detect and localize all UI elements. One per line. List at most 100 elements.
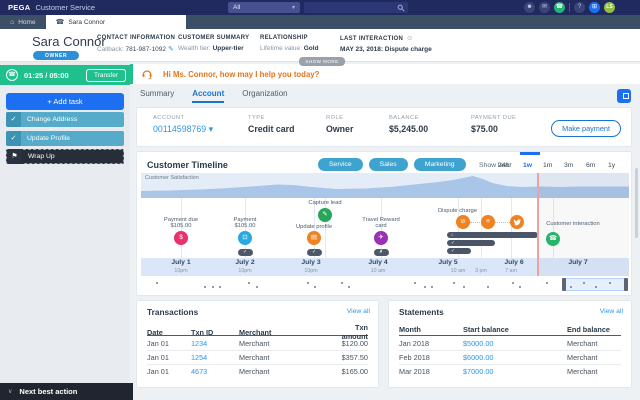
payment-due-icon[interactable]: $ [174,231,188,245]
filter-sales-button[interactable]: Sales [369,158,408,171]
txn-id-link[interactable]: 4673 [191,367,239,376]
add-task-button[interactable]: + Add task [6,93,124,110]
transfer-button[interactable]: Transfer [86,69,126,82]
account-number-link[interactable]: 00114598769 ▾ [153,124,213,135]
minimap-dot [212,286,214,288]
dispute-case-bar[interactable]: ○ [447,232,538,238]
scrollbar-thumb[interactable] [635,168,638,238]
filter-marketing-button[interactable]: Marketing [414,158,466,171]
transactions-title: Transactions [147,307,198,317]
axis-time: 10pm [215,268,275,274]
search-scope-select[interactable]: All ▾ [228,2,300,13]
dispute-form-icon[interactable]: ≡ [481,215,495,229]
next-best-action-bar[interactable]: ∨ Next best action [0,383,133,400]
update-profile-icon[interactable]: ▤ [307,231,321,245]
range-1y[interactable]: 1y [608,162,615,169]
sentiment-icon: ☺ [406,35,413,42]
range-1m[interactable]: 1m [543,162,552,169]
agent-greeting-banner: Hi Ms. Connor, how may I help you today? [130,64,640,84]
txn-id-link[interactable]: 1234 [191,339,239,348]
balance-field: BALANCE$5,245.00 [389,115,428,134]
twitter-icon[interactable] [510,215,524,229]
table-row[interactable]: Mar 2018$7000.00Merchant [399,365,621,379]
tab-sara-connor[interactable]: ☎ Sara Connor [46,15,186,29]
active-call-icon[interactable]: ☎ [554,2,565,13]
dispute-case-bar[interactable]: ✓ [447,248,471,254]
axis-day: July 6 [484,259,544,266]
divider [569,3,570,12]
customer-summary-section: CUSTOMER SUMMARY Wealth tier: Upper-tier [178,35,249,52]
search-input[interactable] [304,2,408,13]
expand-panel-button[interactable] [617,89,631,103]
table-row[interactable]: Feb 2018$6000.00Merchant [399,351,621,365]
minimap-dot [314,286,316,288]
agent-status-icon[interactable]: ☻ [524,2,535,13]
event-label: Payment$105.00 [220,217,270,230]
help-icon[interactable]: ? [574,2,585,13]
status-failed-pill: ✗ [374,249,389,256]
transactions-view-all-link[interactable]: View all [347,308,370,315]
axis-day: July 3 [281,259,341,266]
dispute-charge-icon[interactable]: ⊘ [456,215,470,229]
statement-link[interactable]: $7000.00 [463,367,567,376]
user-avatar[interactable]: LS [604,2,615,13]
task-update-profile[interactable]: ✓ Update Profile [6,131,124,146]
range-1w[interactable]: 1w [523,162,532,169]
minimap-handle-right[interactable] [624,278,628,291]
active-range-indicator [520,152,540,155]
satisfaction-label: Customer Satisfaction [145,175,199,181]
content-tabs: Summary Account Organization [140,89,288,103]
txn-id-link[interactable]: 1254 [191,353,239,362]
task-change-address[interactable]: ✓ Change Address [6,112,124,127]
timeline-minimap[interactable] [141,278,629,291]
agent-greeting-text: Hi Ms. Connor, how may I help you today? [163,70,319,79]
tab-summary[interactable]: Summary [140,89,174,103]
capture-lead-icon[interactable]: ✎ [318,208,332,222]
table-row[interactable]: Jan 014673Merchant$165.00 [147,365,368,379]
dispute-case-bar[interactable]: ✓ [447,240,495,246]
task-wrap-up[interactable]: ⚑ Wrap Up [6,149,124,164]
search-scope-value: All [233,4,240,11]
statement-link[interactable]: $5000.00 [463,339,567,348]
apps-icon[interactable]: ⊞ [589,2,600,13]
filter-service-button[interactable]: Service [318,158,363,171]
table-row[interactable]: Jan 011234Merchant$120.00 [147,337,368,351]
minimap-dot [156,282,158,284]
range-6m[interactable]: 6m [586,162,595,169]
transactions-card: Transactions View all DateTxn IDMerchant… [136,300,379,388]
chat-icon[interactable]: ✉ [539,2,550,13]
table-row[interactable]: Jan 011254Merchant$357.50 [147,351,368,365]
minimap-dot [487,286,489,288]
axis-day: July 4 [348,259,408,266]
tab-organization[interactable]: Organization [242,89,287,103]
statement-link[interactable]: $6000.00 [463,353,567,362]
minimap-handle-left[interactable] [562,278,566,291]
chevron-down-icon: ▾ [292,4,295,11]
customer-interaction-icon[interactable]: ☎ [546,232,560,246]
show-more-button[interactable]: SHOW MORE [299,57,345,66]
account-field: ACCOUNT 00114598769 ▾ [153,115,213,135]
travel-reward-icon[interactable]: ✈ [374,231,388,245]
axis-day: July 2 [215,259,275,266]
axis-day: July 1 [151,259,211,266]
minimap-dot [414,282,416,284]
app-title: Customer Service [35,3,95,12]
minimap-dot [463,286,465,288]
payment-icon[interactable]: ⊡ [238,231,252,245]
axis-time: 10 am [348,268,408,274]
edit-callback-icon[interactable]: ✎ [168,46,174,53]
range-3m[interactable]: 3m [564,162,573,169]
transactions-header-row: DateTxn IDMerchantTxn amount [147,323,368,336]
range-24hr[interactable]: 24hr [498,162,512,169]
axis-day: July 5 [418,259,478,266]
minimap-selection[interactable] [563,278,627,291]
minimap-dot [583,282,585,284]
statements-view-all-link[interactable]: View all [600,308,623,315]
tab-account[interactable]: Account [192,89,224,103]
make-payment-button[interactable]: Make payment [551,120,621,137]
minimap-dot [341,282,343,284]
expand-icon [623,93,629,99]
tab-home[interactable]: ⌂ Home [0,15,46,29]
customer-timeline-card: Customer Timeline Service Sales Marketin… [136,151,632,296]
table-row[interactable]: Jan 2018$5000.00Merchant [399,337,621,351]
